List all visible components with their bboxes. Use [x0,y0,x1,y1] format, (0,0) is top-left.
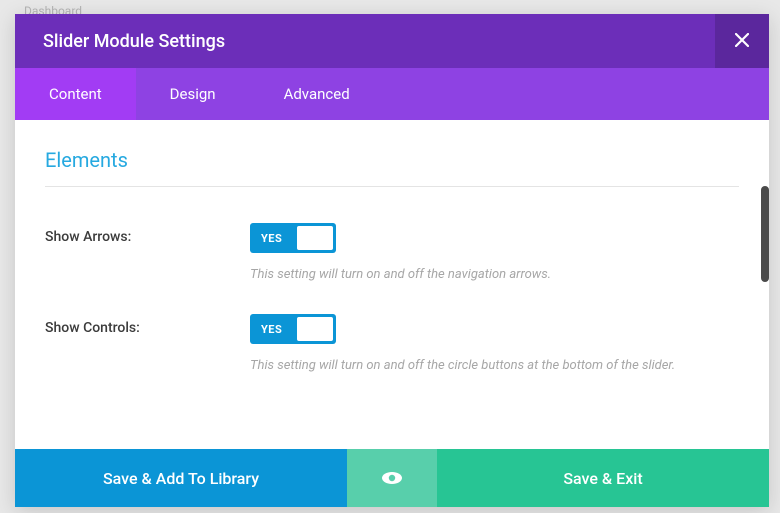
settings-modal: Slider Module Settings Content Design Ad… [15,14,769,507]
toggle-show-arrows-label: YES [253,232,282,245]
setting-show-controls: Show Controls: YES [45,314,739,344]
modal-footer: Save & Add To Library Save & Exit [15,449,769,507]
setting-show-arrows: Show Arrows: YES [45,223,739,253]
label-show-controls: Show Controls: [45,314,250,336]
tab-design[interactable]: Design [136,68,250,120]
modal-content: Elements Show Arrows: YES This setting w… [15,120,769,449]
desc-show-controls: This setting will turn on and off the ci… [250,358,739,373]
control-show-controls: YES [250,314,739,344]
section-title-elements: Elements [45,148,739,172]
section-separator [45,186,739,187]
close-button[interactable] [715,14,769,68]
toggle-knob [297,226,333,250]
tab-content[interactable]: Content [15,68,136,120]
toggle-knob [297,317,333,341]
desc-show-arrows: This setting will turn on and off the na… [250,267,739,282]
toggle-show-arrows[interactable]: YES [250,223,336,253]
scrollbar-thumb[interactable] [761,186,769,282]
control-show-arrows: YES [250,223,739,253]
save-exit-button[interactable]: Save & Exit [437,449,769,507]
modal-header: Slider Module Settings [15,14,769,68]
modal-title: Slider Module Settings [15,31,225,52]
close-icon [735,31,749,52]
save-add-to-library-button[interactable]: Save & Add To Library [15,449,347,507]
toggle-show-controls-label: YES [253,323,282,336]
tabs-bar: Content Design Advanced [15,68,769,120]
preview-button[interactable] [347,449,437,507]
label-show-arrows: Show Arrows: [45,223,250,245]
eye-icon [381,471,403,485]
toggle-show-controls[interactable]: YES [250,314,336,344]
tab-advanced[interactable]: Advanced [250,68,384,120]
